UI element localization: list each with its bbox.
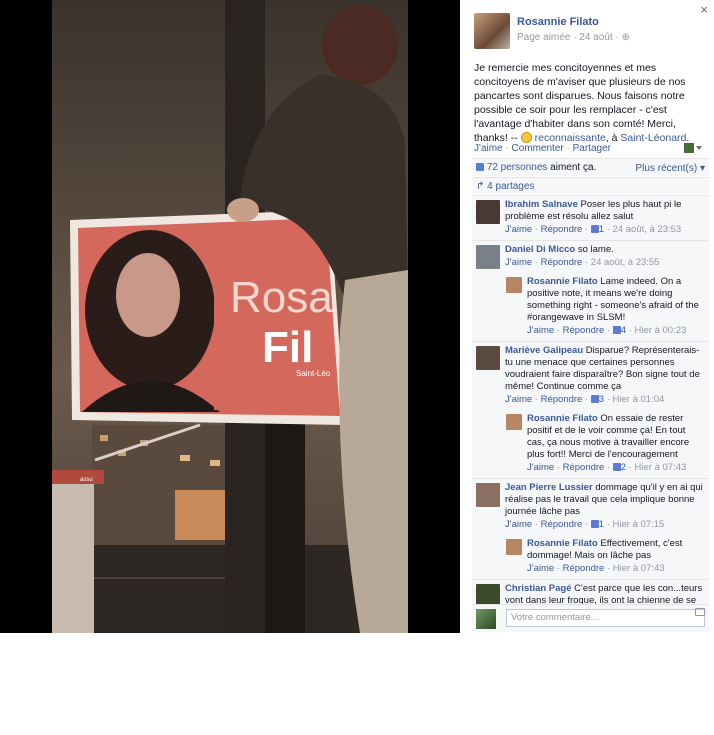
place-link[interactable]: Saint-Léonard <box>620 132 686 144</box>
comment-button[interactable]: Commenter <box>511 143 563 154</box>
comment-like-link[interactable]: J'aime <box>527 325 554 336</box>
post-meta: Page aimée · 24 août · ⊕ <box>517 32 630 43</box>
comment-reply-link[interactable]: Répondre <box>541 257 583 268</box>
comment-like-count[interactable]: 3 <box>599 394 604 405</box>
comment-like-link[interactable]: J'aime <box>505 519 532 530</box>
globe-icon: ⊕ <box>621 32 630 43</box>
likes-summary: 72 personnes aiment ça. Plus récent(s) ▾ <box>472 158 709 176</box>
shares-link[interactable]: 4 partages <box>487 181 534 192</box>
comment-like-count[interactable]: 1 <box>599 519 604 530</box>
comment-timestamp[interactable]: Hier à 00:23 <box>635 325 687 336</box>
comment-meta: J'aime · Répondre · 2 · Hier à 07:43 <box>527 462 687 473</box>
share-arrow-icon: ↱ <box>476 181 485 192</box>
comment-text: so lame. <box>577 244 614 255</box>
like-thumb-icon <box>590 395 599 403</box>
commenter-name[interactable]: Mariève Galipeau <box>505 345 583 356</box>
post-actions: J'aime · Commenter · Partager <box>474 143 611 154</box>
like-thumb-icon <box>612 326 621 334</box>
like-thumb-icon <box>590 520 599 528</box>
author-avatar[interactable] <box>474 13 510 49</box>
comment-meta: J'aime · Répondre · 1 · 24 août, à 23:53 <box>505 224 682 235</box>
comment-reply: Rosannie Filato Effectivement, c'est dom… <box>472 535 709 579</box>
commenter-name[interactable]: Daniel Di Micco <box>505 244 575 255</box>
comment-like-count[interactable]: 4 <box>621 325 626 336</box>
comment-timestamp[interactable]: 24 août, à 23:55 <box>591 257 660 268</box>
post-text: Je remercie mes concitoyennes et mes con… <box>474 62 690 144</box>
shop-sign: assu <box>80 477 93 483</box>
comment-like-link[interactable]: J'aime <box>527 462 554 473</box>
commenter-avatar[interactable] <box>476 200 500 224</box>
commenter-name[interactable]: Rosannie Filato <box>527 538 598 549</box>
comment-reply-link[interactable]: Répondre <box>541 224 583 235</box>
comment-like-link[interactable]: J'aime <box>505 257 532 268</box>
comment-reply-link[interactable]: Répondre <box>541 394 583 405</box>
comment-like-count[interactable]: 2 <box>621 462 626 473</box>
share-button[interactable]: Partager <box>573 143 611 154</box>
comment-like-link[interactable]: J'aime <box>505 224 532 235</box>
camera-icon[interactable] <box>695 608 705 616</box>
post-photo: assu 37 Rosa Fil Saint-Léo <box>0 0 460 633</box>
comment-meta: J'aime · Répondre · 24 août, à 23:55 <box>505 257 660 268</box>
smiley-icon <box>520 132 532 143</box>
comment-meta: J'aime · Répondre · Hier à 07:43 <box>527 563 665 574</box>
comment: Jean Pierre Lussier dommage qu'il y en a… <box>472 478 709 535</box>
commenter-avatar[interactable] <box>506 277 522 293</box>
commenter-name[interactable]: Rosannie Filato <box>527 413 598 424</box>
commenter-avatar[interactable] <box>506 414 522 430</box>
commenter-name[interactable]: Christian Pagé <box>505 583 572 594</box>
comment-meta: J'aime · Répondre · 4 · Hier à 00:23 <box>527 325 687 336</box>
current-user-avatar <box>476 609 496 629</box>
comment-reply-link[interactable]: Répondre <box>541 519 583 530</box>
comment-like-link[interactable]: J'aime <box>527 563 554 574</box>
comment-reply: Rosannie Filato Lame indeed. On a positi… <box>472 273 709 341</box>
comment: Mariève Galipeau Disparue? Représenterai… <box>472 341 709 410</box>
page-flag-icon[interactable] <box>684 143 702 153</box>
commenter-avatar[interactable] <box>476 245 500 269</box>
comment-reply-link[interactable]: Répondre <box>563 462 605 473</box>
comment: Ibrahim Salnave Poser les plus haut pi l… <box>472 195 709 240</box>
like-button[interactable]: J'aime <box>474 143 503 154</box>
comment-like-link[interactable]: J'aime <box>505 394 532 405</box>
comment-timestamp[interactable]: Hier à 01:04 <box>613 394 665 405</box>
like-thumb-icon <box>590 225 599 233</box>
comment-timestamp[interactable]: Hier à 07:43 <box>613 563 665 574</box>
commenter-name[interactable]: Ibrahim Salnave <box>505 199 578 210</box>
commenter-avatar[interactable] <box>506 539 522 555</box>
post-sidebar: × Rosannie Filato Page aimée · 24 août ·… <box>460 0 714 633</box>
shares-summary: ↱ 4 partages <box>472 177 709 194</box>
commenter-avatar[interactable] <box>476 483 500 507</box>
like-thumb-icon <box>476 163 484 171</box>
commenter-name[interactable]: Rosannie Filato <box>527 276 598 287</box>
commenter-name[interactable]: Jean Pierre Lussier <box>505 482 593 493</box>
comment-meta: J'aime · Répondre · 1 · Hier à 07:15 <box>505 519 665 530</box>
comment-reply-link[interactable]: Répondre <box>563 325 605 336</box>
comment-timestamp[interactable]: Hier à 07:15 <box>613 519 665 530</box>
comment-input[interactable]: Votre commentaire... <box>506 609 705 627</box>
comment-like-count[interactable]: 1 <box>599 224 604 235</box>
comment-timestamp[interactable]: Hier à 07:43 <box>635 462 687 473</box>
comment-composer: Votre commentaire... <box>472 604 709 632</box>
comment-meta: J'aime · Répondre · 3 · Hier à 01:04 <box>505 394 665 405</box>
commenter-avatar[interactable] <box>476 346 500 370</box>
comment-timestamp[interactable]: 24 août, à 23:53 <box>613 224 682 235</box>
comment: Daniel Di Micco so lame. J'aime · Répondr… <box>472 240 709 273</box>
sign-name-first: Rosa <box>230 273 333 322</box>
author-name[interactable]: Rosannie Filato <box>517 16 599 28</box>
photo-viewer[interactable]: assu 37 Rosa Fil Saint-Léo <box>0 0 460 633</box>
like-thumb-icon <box>612 463 621 471</box>
comments-list: Ibrahim Salnave Poser les plus haut pi l… <box>472 195 709 623</box>
post-header: Rosannie Filato Page aimée · 24 août · ⊕ <box>474 13 704 53</box>
likes-count-link[interactable]: 72 personnes <box>487 162 548 173</box>
sort-dropdown[interactable]: Plus récent(s) ▾ <box>636 163 705 174</box>
comment-reply: Rosannie Filato On essaie de rester posi… <box>472 410 709 478</box>
sign-district: Saint-Léo <box>296 369 331 378</box>
sign-name-last: Fil <box>262 323 313 372</box>
comment-reply-link[interactable]: Répondre <box>563 563 605 574</box>
